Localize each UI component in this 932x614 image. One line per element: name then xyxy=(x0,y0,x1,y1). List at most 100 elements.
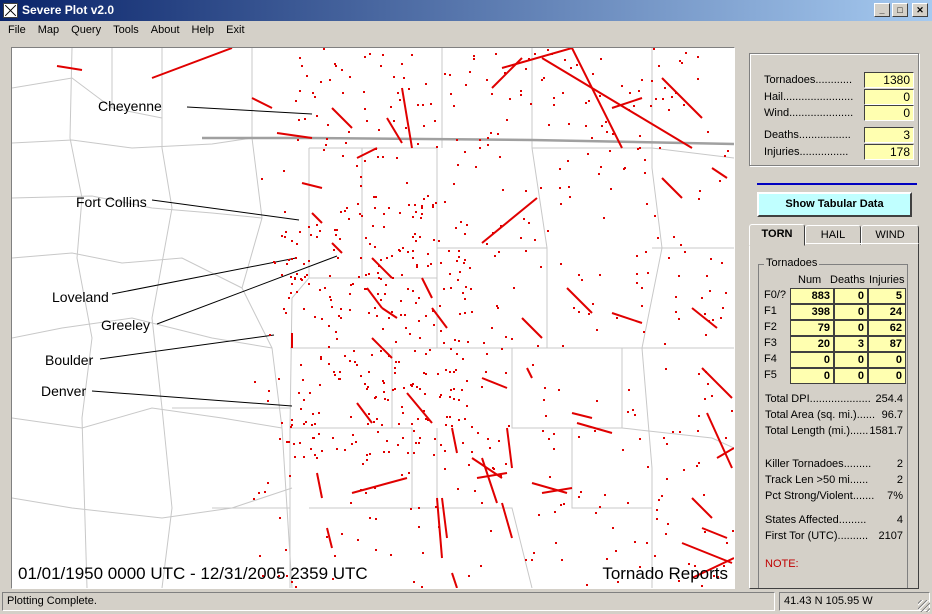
tornado-report-dot xyxy=(637,148,639,150)
tab-wind[interactable]: WIND xyxy=(861,225,919,245)
close-button[interactable]: ✕ xyxy=(912,3,928,17)
menu-exit[interactable]: Exit xyxy=(220,21,250,40)
tornado-report-dot xyxy=(382,380,384,382)
tornado-report-dot xyxy=(334,229,336,231)
tornado-report-dot xyxy=(391,255,393,257)
tornado-report-dot xyxy=(464,418,466,420)
tornado-track xyxy=(521,317,543,339)
status-coordinates: 41.43 N 105.95 W xyxy=(779,592,930,611)
tornado-report-dot xyxy=(656,509,658,511)
tornado-report-dot xyxy=(390,106,392,108)
tornado-report-dot xyxy=(288,297,290,299)
tornado-report-dot xyxy=(335,234,337,236)
tornado-report-dot xyxy=(269,334,271,336)
tornado-report-dot xyxy=(372,225,374,227)
tornado-report-dot xyxy=(363,91,365,93)
column-header-num: Num xyxy=(798,274,822,286)
menu-query[interactable]: Query xyxy=(65,21,107,40)
tornado-report-dot xyxy=(538,514,540,516)
map-canvas[interactable]: Cheyenne Fort Collins Loveland Greeley B… xyxy=(11,47,735,589)
tornado-track xyxy=(541,487,573,494)
tornado-report-dot xyxy=(486,243,488,245)
tornado-report-dot xyxy=(416,266,418,268)
f-scale-label: F1 xyxy=(764,305,777,317)
tornado-report-dot xyxy=(394,367,396,369)
tornado-report-dot xyxy=(466,405,468,407)
tornado-report-dot xyxy=(719,180,721,182)
stat-label: Total Area (sq. mi.)...... xyxy=(765,409,876,421)
tornado-report-dot xyxy=(697,56,699,58)
tornado-report-dot xyxy=(666,443,668,445)
tornado-report-dot xyxy=(360,375,362,377)
tornado-report-dot xyxy=(450,287,452,289)
tornado-report-dot xyxy=(349,309,351,311)
tornado-report-dot xyxy=(427,253,429,255)
f-scale-label: F5 xyxy=(764,369,777,381)
tornado-report-dot xyxy=(382,156,384,158)
tornado-report-dot xyxy=(305,421,307,423)
tornado-report-dot xyxy=(449,396,451,398)
menu-map[interactable]: Map xyxy=(32,21,65,40)
menu-tools[interactable]: Tools xyxy=(107,21,145,40)
tornado-report-dot xyxy=(377,293,379,295)
tornado-report-dot xyxy=(403,77,405,79)
tornado-report-dot xyxy=(609,150,611,152)
tornado-report-dot xyxy=(413,581,415,583)
tornado-track xyxy=(706,412,733,469)
tornado-report-dot xyxy=(457,488,459,490)
tornado-report-dot xyxy=(412,250,414,252)
tornado-report-dot xyxy=(283,308,285,310)
maximize-button[interactable]: □ xyxy=(892,3,908,17)
tornado-track xyxy=(316,472,323,499)
summary-row-injuries: Injuries................ 178 xyxy=(764,144,914,161)
tornado-report-dot xyxy=(293,443,295,445)
summary-label: Injuries................ xyxy=(764,146,849,158)
tornado-track xyxy=(151,48,233,79)
minimize-button[interactable]: _ xyxy=(874,3,890,17)
tornado-report-dot xyxy=(497,133,499,135)
county-line xyxy=(69,48,93,588)
menu-about[interactable]: About xyxy=(145,21,186,40)
stat-value: 7% xyxy=(887,490,903,502)
resize-grip[interactable] xyxy=(918,600,930,612)
tab-torn[interactable]: TORN xyxy=(749,224,805,246)
tornado-report-dot xyxy=(388,317,390,319)
tornado-report-dot xyxy=(391,311,393,313)
show-tabular-data-button[interactable]: Show Tabular Data xyxy=(757,192,912,217)
f-scale-row: F4 0 0 0 xyxy=(764,352,914,368)
tornado-report-dot xyxy=(366,454,368,456)
tornado-report-dot xyxy=(299,231,301,233)
tornado-report-dot xyxy=(281,235,283,237)
tornado-report-dot xyxy=(456,260,458,262)
tornado-report-dot xyxy=(407,452,409,454)
tornado-report-dot xyxy=(314,96,316,98)
f-scale-label: F4 xyxy=(764,353,777,365)
tornado-report-dot xyxy=(402,247,404,249)
tornado-report-dot xyxy=(533,552,535,554)
tornado-report-dot xyxy=(698,373,700,375)
tornado-report-dot xyxy=(487,438,489,440)
tornado-report-dot xyxy=(427,265,429,267)
tornado-report-dot xyxy=(397,444,399,446)
tornado-report-dot xyxy=(668,109,670,111)
menu-help[interactable]: Help xyxy=(186,21,221,40)
tornado-report-dot xyxy=(419,337,421,339)
tornado-report-dot xyxy=(724,155,726,157)
torn-tab-panel: Tornadoes Num Deaths Injuries F0/? 883 0 5 F… xyxy=(749,243,919,589)
tornado-report-dot xyxy=(294,456,296,458)
tornado-report-dot xyxy=(423,372,425,374)
tornado-report-dot xyxy=(473,58,475,60)
tornado-report-dot xyxy=(616,317,618,319)
summary-row-hail: Hail....................... 0 xyxy=(764,89,914,106)
tornado-report-dot xyxy=(636,282,638,284)
tornado-report-dot xyxy=(450,93,452,95)
tornado-report-dot xyxy=(364,160,366,162)
tornado-report-dot xyxy=(661,495,663,497)
tornado-report-dot xyxy=(732,530,734,532)
tornado-report-dot xyxy=(288,441,290,443)
tornado-report-dot xyxy=(650,105,652,107)
tornado-report-dot xyxy=(369,53,371,55)
tab-hail[interactable]: HAIL xyxy=(805,225,861,245)
menu-file[interactable]: File xyxy=(2,21,32,40)
deaths-cell: 0 xyxy=(834,288,868,304)
